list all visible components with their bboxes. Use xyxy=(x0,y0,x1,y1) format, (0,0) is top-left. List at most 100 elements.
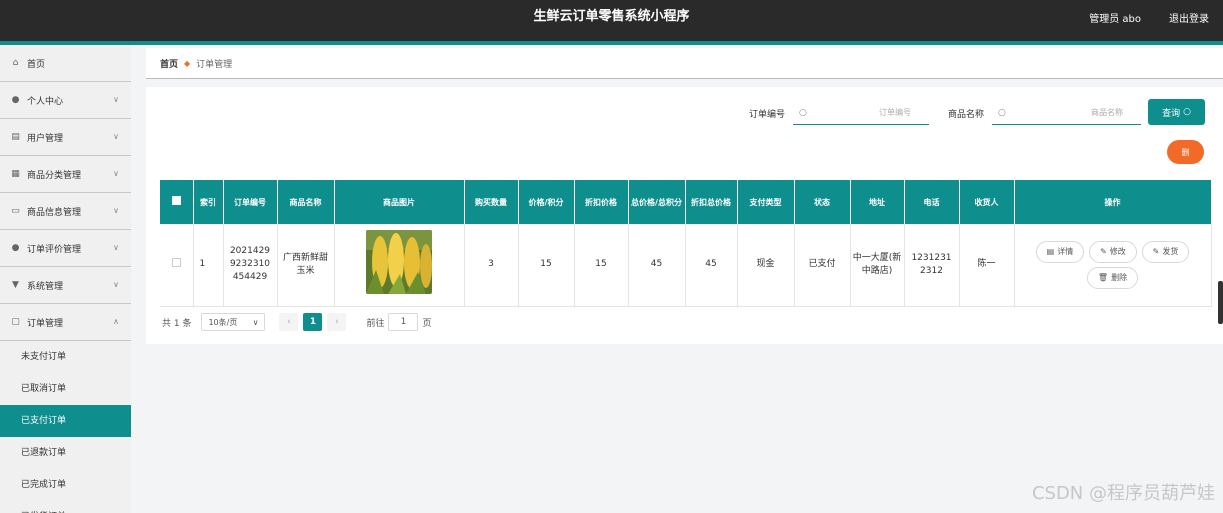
sidebar-item-label: 商品信息管理 xyxy=(27,207,82,218)
sidebar-item-label: 订单评价管理 xyxy=(27,244,82,255)
edit-button[interactable]: ✎ 修改 xyxy=(1089,240,1137,263)
store-icon: ▭ xyxy=(11,206,20,216)
watermark: CSDN @程序员葫芦娃 xyxy=(1031,483,1215,504)
chevron-left-icon: ‹ xyxy=(287,317,291,327)
cell-actions: ▤ 详情 ✎ 修改 ✎ 发货 🗑 删除 xyxy=(1014,224,1212,307)
cell-status: 已支付 xyxy=(794,224,851,307)
sidebar-item-profile[interactable]: ● 个人中心 ∨ xyxy=(0,82,131,119)
product-name-label: 商品名称 xyxy=(948,110,985,120)
prev-page-button[interactable]: ‹ xyxy=(279,313,299,331)
chevron-down-icon: ∨ xyxy=(113,132,119,141)
cell-address: 中一大厦(新中路店) xyxy=(850,224,905,307)
row-checkbox[interactable] xyxy=(171,257,181,267)
product-image-corn xyxy=(366,230,432,295)
cell-discount-price: 15 xyxy=(574,224,629,307)
pencil-icon: ✎ xyxy=(1152,247,1160,257)
sidebar-item-label: 订单管理 xyxy=(27,318,64,329)
table-header-cell: 商品图片 xyxy=(334,180,465,224)
page-size-value: 10条/页 xyxy=(208,317,238,327)
sidebar-item-system[interactable]: ▼ 系统管理 ∨ xyxy=(0,267,131,304)
table-header-cell: 价格/积分 xyxy=(518,180,575,224)
cell-discount-total: 45 xyxy=(685,224,738,307)
sidebar-item-label: 首页 xyxy=(27,59,46,70)
grid-icon: ▦ xyxy=(11,169,20,179)
chevron-down-icon: ∨ xyxy=(113,243,119,252)
detail-button-label: 详情 xyxy=(1057,247,1074,257)
goto-page-input[interactable]: 1 xyxy=(388,313,419,331)
goto-label: 前往 xyxy=(366,318,385,329)
table-header-cell: 操作 xyxy=(1014,180,1212,224)
sidebar-sub-paid[interactable]: 已支付订单 xyxy=(0,405,131,437)
table-header-cell: 电话 xyxy=(904,180,960,224)
sidebar-sub-shipped[interactable]: 已发货订单 xyxy=(0,501,131,513)
search-icon: ○ xyxy=(799,107,807,118)
next-page-button[interactable]: › xyxy=(327,313,347,331)
delete-button[interactable]: 🗑 删除 xyxy=(1086,266,1139,289)
order-no-label: 订单编号 xyxy=(749,110,786,120)
sidebar-item-orders[interactable]: ▢ 订单管理 ∧ xyxy=(0,304,131,341)
logout-link[interactable]: 退出登录 xyxy=(1169,10,1209,25)
breadcrumb-home[interactable]: 首页 xyxy=(160,57,178,70)
cell-order-no: 2021429 9232310 454429 xyxy=(223,224,278,307)
sidebar-item-label: 个人中心 xyxy=(27,96,64,107)
product-name-search: ○ xyxy=(992,101,1141,125)
document-icon: ▤ xyxy=(1046,247,1055,257)
header-select-all[interactable] xyxy=(160,180,194,224)
chevron-up-icon: ∧ xyxy=(113,317,119,326)
page-number-current[interactable]: 1 xyxy=(303,313,323,331)
user-icon: ● xyxy=(11,243,20,253)
sidebar-sub-completed[interactable]: 已完成订单 xyxy=(0,469,131,501)
home-icon: ⌂ xyxy=(12,58,19,68)
sidebar-item-categories[interactable]: ▦ 商品分类管理 ∨ xyxy=(0,156,131,193)
chevron-down-icon: ∨ xyxy=(113,95,119,104)
order-no-input[interactable] xyxy=(806,108,929,117)
table-header-cell: 收货人 xyxy=(959,180,1015,224)
sidebar-sub-refunded[interactable]: 已退款订单 xyxy=(0,437,131,469)
chevron-down-icon: ∨ xyxy=(113,169,119,178)
table-header-row: 索引 订单编号 商品名称 商品图片 购买数量 价格/积分 折扣价格 总价格/总积… xyxy=(160,180,1212,224)
pagination: 共 1 条 10条/页 ∨ ‹ 1 › 前往 1 页 xyxy=(162,313,431,331)
table-header-cell: 订单编号 xyxy=(223,180,278,224)
cell-index: 1 xyxy=(193,224,224,307)
product-name-input[interactable] xyxy=(1005,108,1141,117)
sidebar: ⌂ 首页 ● 个人中心 ∨ ▤ 用户管理 ∨ ▦ 商品分类管理 ∨ ▭ 商品信息… xyxy=(0,45,131,513)
order-no-search: ○ xyxy=(793,101,929,125)
table-header-cell: 支付类型 xyxy=(737,180,795,224)
row-select-cell[interactable] xyxy=(160,224,194,307)
search-icon: ○ xyxy=(998,107,1006,118)
table-row: 1 2021429 9232310 454429 广西新鲜甜玉米 3 15 15… xyxy=(160,224,1212,307)
sidebar-item-label: 系统管理 xyxy=(27,281,64,292)
cell-product-image xyxy=(334,224,465,307)
delete-button-label: 删除 xyxy=(1111,273,1128,283)
select-all-checkbox[interactable] xyxy=(171,195,181,205)
sidebar-item-home[interactable]: ⌂ 首页 xyxy=(0,45,131,82)
chevron-down-icon: ∨ xyxy=(252,317,259,327)
ship-button[interactable]: ✎ 发货 xyxy=(1141,240,1190,263)
page-size-select[interactable]: 10条/页 ∨ xyxy=(201,313,266,331)
edit-button-label: 修改 xyxy=(1109,247,1126,257)
sidebar-item-users[interactable]: ▤ 用户管理 ∨ xyxy=(0,119,131,156)
batch-delete-button[interactable]: 删 xyxy=(1167,140,1204,164)
app-title: 生鲜云订单零售系统小程序 xyxy=(533,9,690,24)
chevron-down-icon: ∨ xyxy=(113,206,119,215)
sidebar-item-reviews[interactable]: ● 订单评价管理 ∨ xyxy=(0,230,131,267)
search-icon: ○ xyxy=(1183,107,1191,117)
sidebar-sub-cancelled[interactable]: 已取消订单 xyxy=(0,373,131,405)
sidebar-item-label: 用户管理 xyxy=(27,133,64,144)
main-panel: 订单编号 ○ 商品名称 ○ 查询 ○ 删 索引 订单编号 商品名称 xyxy=(146,87,1223,344)
table-header-cell: 状态 xyxy=(794,180,851,224)
detail-button[interactable]: ▤ 详情 xyxy=(1035,240,1085,263)
scrollbar-thumb[interactable] xyxy=(1218,281,1223,324)
pager-total: 共 1 条 xyxy=(162,318,192,329)
sidebar-sub-unpaid[interactable]: 未支付订单 xyxy=(0,341,131,373)
breadcrumb: 首页 ◆ 订单管理 xyxy=(146,48,1223,79)
sidebar-item-products[interactable]: ▭ 商品信息管理 ∨ xyxy=(0,193,131,230)
ship-button-label: 发货 xyxy=(1162,247,1179,257)
chat-icon: ▢ xyxy=(11,317,20,327)
trash-icon: 🗑 xyxy=(1097,273,1109,283)
admin-name: 管理员 abo xyxy=(1089,14,1141,25)
query-button[interactable]: 查询 ○ xyxy=(1148,99,1205,125)
table-header-cell: 总价格/总积分 xyxy=(628,180,686,224)
orders-table: 索引 订单编号 商品名称 商品图片 购买数量 价格/积分 折扣价格 总价格/总积… xyxy=(160,180,1212,307)
table-header-cell: 购买数量 xyxy=(464,180,519,224)
